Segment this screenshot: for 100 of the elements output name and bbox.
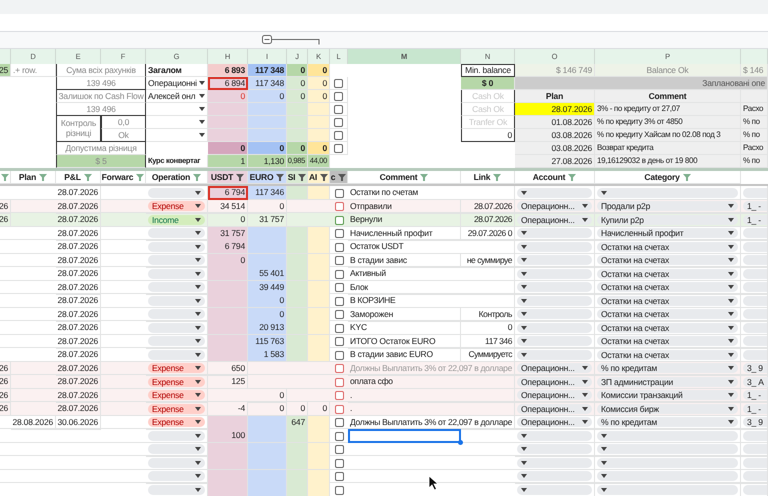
checkbox[interactable] [334, 337, 344, 346]
dropdown-field[interactable] [743, 255, 767, 265]
column-header[interactable]: Link [461, 171, 515, 184]
checkbox[interactable] [334, 432, 344, 440]
operation-dropdown[interactable] [148, 296, 205, 306]
filter-icon[interactable] [298, 174, 306, 180]
column-header[interactable]: Plan [11, 171, 56, 184]
checkbox[interactable] [334, 404, 344, 414]
dropdown-field[interactable]: 1_ - [743, 214, 767, 224]
checkbox[interactable] [334, 188, 344, 198]
dropdown-field[interactable] [743, 268, 767, 278]
operation-dropdown[interactable] [148, 282, 205, 292]
checkbox[interactable] [334, 458, 344, 468]
operation-dropdown[interactable] [148, 336, 205, 346]
column-header[interactable]: EURO [248, 171, 287, 184]
operation-dropdown[interactable] [148, 322, 205, 332]
category-dropdown[interactable]: Остатки на счетах [597, 242, 738, 252]
checkbox[interactable] [334, 472, 344, 481]
column-header[interactable]: SI [287, 171, 308, 184]
category-dropdown[interactable]: Остатки на счетах [597, 296, 738, 306]
operation-dropdown[interactable] [148, 242, 205, 252]
operation-dropdown[interactable] [148, 188, 205, 198]
operation-dropdown[interactable]: Expense [148, 363, 205, 373]
checkbox[interactable] [334, 270, 344, 278]
checkbox[interactable] [334, 350, 344, 360]
dropdown-field[interactable]: 1_ - [743, 390, 767, 400]
category-dropdown[interactable]: Остатки на счетах [597, 268, 738, 278]
category-dropdown[interactable]: Остатки на счетах [597, 322, 738, 332]
checkbox[interactable] [334, 391, 344, 400]
operation-dropdown[interactable] [148, 430, 205, 440]
checkbox[interactable] [334, 310, 344, 319]
operation-dropdown[interactable] [148, 350, 205, 360]
category-dropdown[interactable]: % по кредитам [597, 417, 738, 427]
operation-dropdown[interactable] [148, 458, 205, 468]
operation-dropdown[interactable] [148, 444, 205, 454]
category-dropdown[interactable]: Остатки на счетах [597, 336, 738, 346]
dropdown-field[interactable] [743, 282, 767, 292]
dropdown-field[interactable] [743, 458, 767, 468]
column-header[interactable]: Comment [348, 171, 461, 184]
category-dropdown[interactable]: ЗП администрации [597, 376, 738, 386]
checkbox[interactable] [334, 216, 344, 224]
operation-dropdown[interactable] [148, 268, 205, 278]
dropdown-field[interactable]: 1_ - [743, 404, 767, 414]
category-dropdown[interactable]: Остатки на счетах [597, 255, 738, 265]
dropdown-field[interactable] [743, 484, 767, 494]
column-header[interactable]: c [330, 171, 348, 184]
operation-dropdown[interactable] [148, 309, 205, 319]
account-dropdown[interactable]: Операционн... [517, 363, 592, 373]
filter-icon[interactable] [236, 174, 244, 180]
table-cell[interactable] [348, 429, 461, 443]
operation-dropdown[interactable] [148, 228, 205, 238]
checkbox[interactable] [334, 486, 344, 494]
dropdown-field[interactable]: 3_ 9 [743, 363, 767, 373]
checkbox[interactable] [334, 78, 343, 88]
checkbox[interactable] [334, 283, 344, 292]
dropdown-field[interactable]: 3_ А [743, 376, 768, 386]
column-header[interactable]: USDT [208, 171, 248, 184]
fill-handle[interactable] [458, 440, 463, 445]
checkbox[interactable] [334, 378, 344, 386]
checkbox[interactable] [334, 445, 344, 454]
group-collapse-icon[interactable] [262, 35, 320, 45]
filter-icon[interactable] [320, 174, 328, 180]
checkbox[interactable] [334, 229, 344, 238]
column-header[interactable]: Category [595, 171, 741, 184]
column-header[interactable]: Account [515, 171, 595, 184]
operation-dropdown[interactable] [148, 471, 205, 481]
checkbox[interactable] [334, 256, 344, 265]
operation-dropdown[interactable] [148, 484, 205, 494]
operation-dropdown[interactable]: Expense [148, 201, 205, 211]
dropdown-field[interactable] [743, 296, 767, 306]
dropdown-field[interactable]: 1_ - [743, 201, 767, 211]
checkbox[interactable] [334, 324, 344, 332]
dropdown-field[interactable] [743, 336, 767, 346]
dropdown-field[interactable] [743, 188, 767, 198]
account-dropdown[interactable]: Операционн... [517, 417, 592, 427]
checkbox[interactable] [334, 296, 344, 306]
category-dropdown[interactable]: Остатки на счетах [597, 282, 738, 292]
category-dropdown[interactable]: Остатки на счетах [597, 309, 738, 319]
account-dropdown[interactable]: Операционн... [517, 376, 592, 386]
category-dropdown[interactable]: Остатки на счетах [597, 350, 738, 360]
operation-dropdown[interactable]: Expense [148, 390, 205, 400]
dropdown-field[interactable] [743, 242, 767, 252]
account-dropdown[interactable]: Операционн... [517, 404, 592, 414]
dropdown-field[interactable] [743, 228, 767, 238]
dropdown-field[interactable] [743, 430, 767, 440]
checkbox[interactable] [334, 130, 343, 140]
dropdown-field[interactable] [743, 350, 767, 360]
dropdown-field[interactable]: 3_ 9 [743, 417, 767, 427]
checkbox[interactable] [334, 202, 344, 211]
checkbox[interactable] [334, 364, 344, 373]
category-dropdown[interactable]: Купили p2p [597, 214, 738, 224]
filter-icon[interactable] [338, 174, 346, 180]
checkbox[interactable] [334, 118, 343, 126]
column-header[interactable]: AI [308, 171, 330, 184]
category-dropdown[interactable]: % по кредитам [597, 363, 738, 373]
operation-dropdown[interactable]: Income [148, 214, 205, 224]
checkbox[interactable] [334, 418, 344, 427]
category-dropdown[interactable]: Комиссии транзакций [597, 390, 738, 400]
dropdown-field[interactable] [743, 471, 767, 481]
category-dropdown[interactable]: Продали p2p [597, 201, 738, 211]
